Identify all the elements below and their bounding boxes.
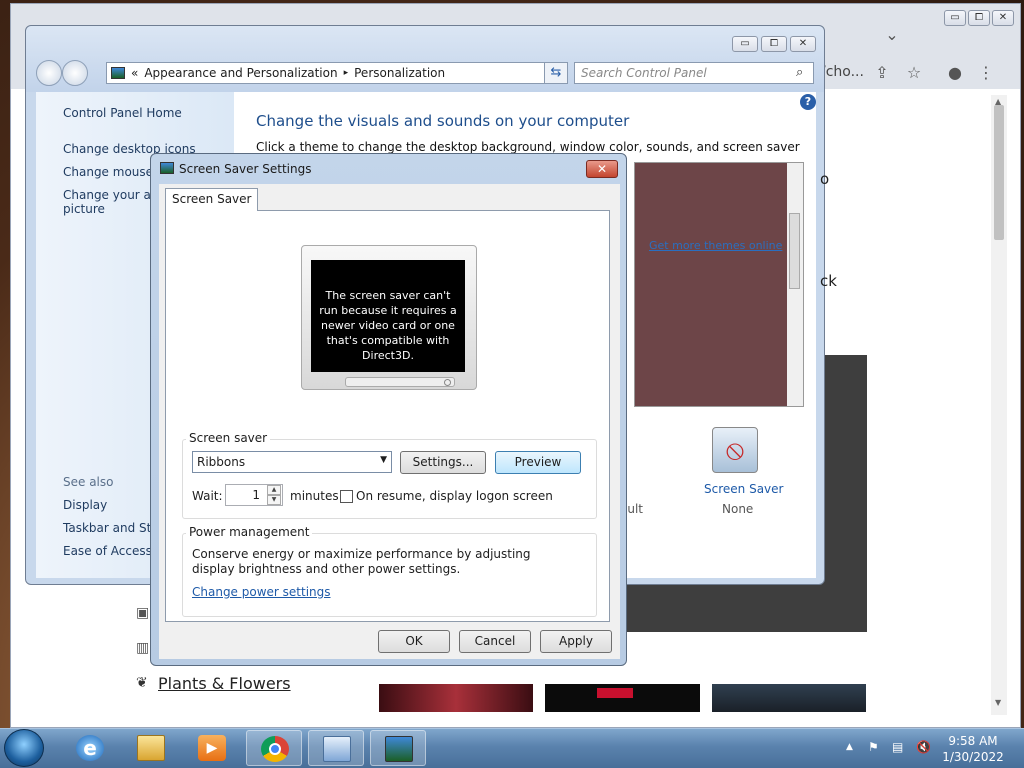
- media-player-icon: ▶: [198, 735, 226, 761]
- control-panel-titlebar: ▭ ⧠ ✕ « Appearance and Personalization ▸…: [26, 26, 824, 92]
- breadcrumb-prefix: «: [131, 66, 139, 80]
- maximize-button[interactable]: ⧠: [761, 36, 787, 52]
- wait-label: Wait:: [192, 489, 223, 503]
- share-icon[interactable]: ⇪: [871, 62, 893, 84]
- screen-saver-select[interactable]: Ribbons ▼: [192, 451, 392, 473]
- internet-explorer-icon: e: [76, 735, 104, 761]
- taskbar-media-player[interactable]: ▶: [184, 730, 240, 766]
- taskbar-screen-saver[interactable]: [370, 730, 426, 766]
- theme-scrollbar[interactable]: [787, 163, 803, 406]
- see-also-label: See also: [63, 475, 114, 489]
- page-title: Change the visuals and sounds on your co…: [256, 112, 630, 130]
- screen-saver-link[interactable]: Screen Saver: [704, 482, 783, 496]
- get-more-themes-link[interactable]: Get more themes online: [649, 239, 782, 252]
- nav-buttons: [36, 60, 88, 86]
- taskbar-internet-explorer[interactable]: e: [62, 730, 118, 766]
- scroll-up-icon[interactable]: ▲: [995, 97, 1001, 106]
- ok-button[interactable]: OK: [378, 630, 450, 653]
- grid-icon: ▥: [136, 640, 150, 656]
- screen-saver-icon: [160, 162, 174, 174]
- thumbnail[interactable]: [712, 684, 866, 712]
- screen-saver-dialog: Screen Saver Settings ✕ Screen Saver The…: [150, 153, 627, 666]
- scrollbar-thumb[interactable]: [994, 105, 1004, 240]
- clock[interactable]: 9:58 AM 1/30/2022: [938, 733, 1008, 765]
- refresh-icon[interactable]: ⇆: [544, 62, 568, 84]
- taskbar-control-panel[interactable]: [308, 730, 364, 766]
- taskbar-explorer[interactable]: [123, 730, 179, 766]
- preview-button[interactable]: Preview: [495, 451, 581, 474]
- leaf-icon: ❦: [136, 675, 148, 691]
- apply-button[interactable]: Apply: [540, 630, 612, 653]
- clock-date: 1/30/2022: [942, 750, 1004, 764]
- tray-expand-icon[interactable]: ▲: [846, 742, 853, 752]
- theme-name-fragment: ck: [820, 272, 837, 290]
- close-button[interactable]: ✕: [586, 160, 618, 178]
- logon-label: On resume, display logon screen: [356, 489, 553, 503]
- plants-flowers-link[interactable]: Plants & Flowers: [158, 674, 291, 693]
- volume-muted-icon[interactable]: 🔇: [916, 740, 931, 754]
- thumbnail[interactable]: [379, 684, 533, 712]
- tab-panel: The screen saver can't run because it re…: [165, 210, 610, 622]
- see-also-link[interactable]: Display: [63, 498, 107, 512]
- dialog-body: Screen Saver The screen saver can't run …: [159, 184, 620, 659]
- chevron-down-icon[interactable]: ⌄: [881, 24, 903, 46]
- chrome-icon: [261, 736, 289, 762]
- spin-up-icon[interactable]: ▲: [267, 485, 281, 495]
- chrome-scrollbar[interactable]: [991, 95, 1007, 715]
- help-icon[interactable]: ?: [800, 94, 816, 110]
- minimize-button[interactable]: ▭: [732, 36, 758, 52]
- dropdown-arrow-icon: ▼: [380, 455, 387, 465]
- theme-list[interactable]: Get more themes online: [634, 162, 804, 407]
- settings-button[interactable]: Settings...: [400, 451, 486, 474]
- monitor-stand: [345, 377, 455, 387]
- search-icon[interactable]: ⌕: [796, 65, 803, 80]
- close-button[interactable]: ✕: [790, 36, 816, 52]
- breadcrumb-item[interactable]: Personalization: [354, 66, 445, 80]
- star-icon[interactable]: ☆: [903, 62, 925, 84]
- flag-icon[interactable]: ⚑: [868, 740, 879, 754]
- image-icon: ▣: [136, 605, 150, 621]
- maximize-button[interactable]: ⧠: [968, 10, 990, 26]
- minutes-label: minutes: [290, 489, 339, 503]
- preview-message: The screen saver can't run because it re…: [311, 260, 465, 372]
- thumbnail[interactable]: [545, 684, 700, 712]
- screen-saver-group-label: Screen saver: [186, 431, 271, 445]
- screen-saver-icon: [385, 736, 413, 762]
- logon-checkbox[interactable]: [340, 490, 353, 503]
- profile-icon[interactable]: ●: [944, 62, 966, 84]
- cancel-button[interactable]: Cancel: [459, 630, 531, 653]
- minimize-button[interactable]: ▭: [944, 10, 966, 26]
- selected-saver: Ribbons: [197, 455, 246, 469]
- tab-screen-saver[interactable]: Screen Saver: [165, 188, 259, 211]
- chrome-window-buttons: ▭ ⧠ ✕: [944, 10, 1014, 26]
- breadcrumb-arrow-icon[interactable]: ▸: [344, 68, 349, 78]
- control-panel-icon: [323, 736, 351, 762]
- address-bar[interactable]: « Appearance and Personalization ▸ Perso…: [106, 62, 568, 84]
- power-dot-icon: [444, 379, 451, 386]
- power-group-label: Power management: [186, 525, 313, 539]
- power-settings-link[interactable]: Change power settings: [192, 585, 331, 599]
- close-button[interactable]: ✕: [992, 10, 1014, 26]
- network-icon[interactable]: ▤: [892, 740, 903, 754]
- scroll-down-icon[interactable]: ▼: [995, 698, 1001, 707]
- dialog-title: Screen Saver Settings: [179, 162, 312, 176]
- forward-button[interactable]: [62, 60, 88, 86]
- spin-down-icon[interactable]: ▼: [267, 495, 281, 505]
- screen-saver-icon[interactable]: ⦸: [712, 427, 758, 473]
- taskbar-chrome[interactable]: [246, 730, 302, 766]
- menu-icon[interactable]: ⋮: [975, 62, 997, 84]
- theme-name-fragment: o: [820, 170, 830, 188]
- chrome-url-text[interactable]: /cho...: [821, 64, 864, 80]
- search-input[interactable]: Search Control Panel: [574, 62, 814, 84]
- sidebar-link[interactable]: Control Panel Home: [63, 106, 182, 120]
- back-button[interactable]: [36, 60, 62, 86]
- screen-saver-value: None: [722, 502, 754, 516]
- power-description: Conserve energy or maximize performance …: [192, 547, 531, 576]
- monitor-preview: The screen saver can't run because it re…: [301, 245, 477, 390]
- clock-time: 9:58 AM: [948, 734, 998, 748]
- start-button[interactable]: [4, 729, 44, 767]
- control-panel-icon: [111, 67, 125, 79]
- folder-icon: [137, 735, 165, 761]
- breadcrumb-item[interactable]: Appearance and Personalization: [144, 66, 337, 80]
